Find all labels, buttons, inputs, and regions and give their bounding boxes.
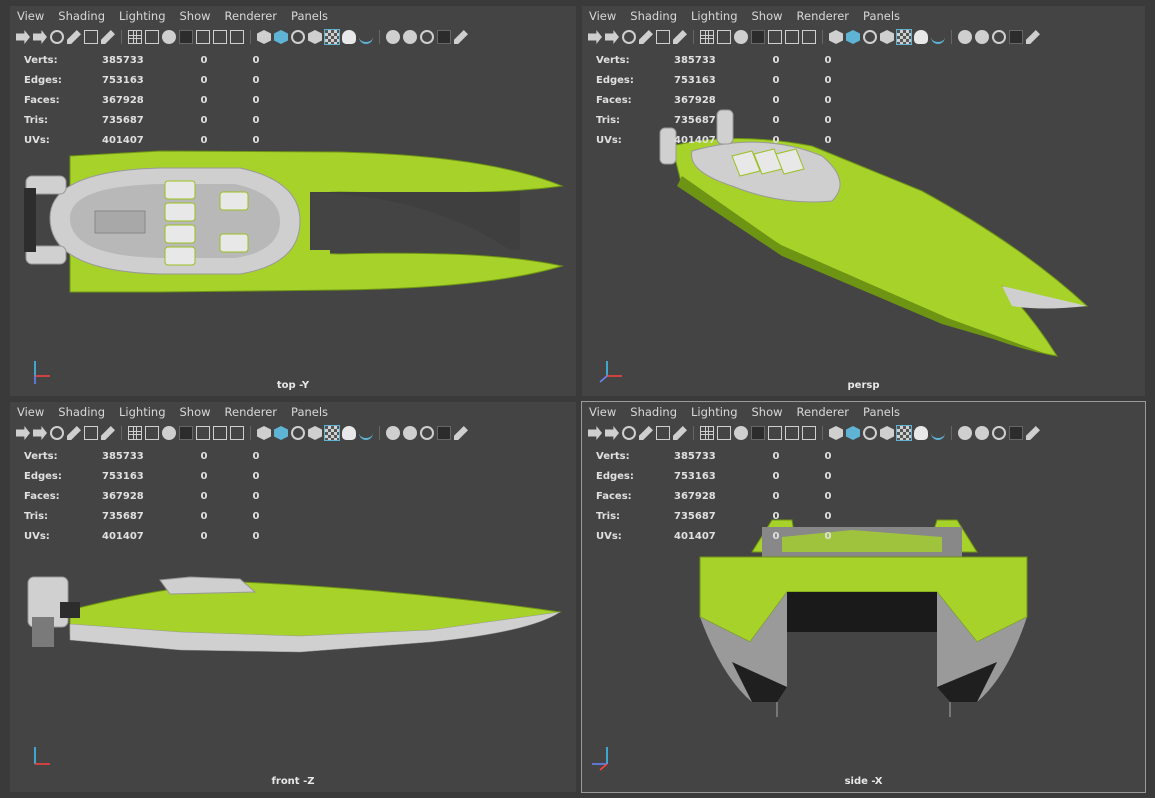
stat-row-edges: Edges: 753163 0 0 (596, 466, 848, 486)
stat-value: 0 (824, 490, 832, 502)
viewport-camera-label: top -Y (276, 380, 310, 391)
viewport-camera-label: side -X (844, 776, 883, 787)
stat-value: 0 (824, 54, 832, 66)
stat-value: 401407 (674, 530, 716, 542)
stat-value: 0 (772, 490, 780, 502)
stat-value: 367928 (674, 490, 716, 502)
stat-value: 0 (824, 94, 832, 106)
stat-label: Tris: (596, 510, 621, 522)
stat-value: 0 (824, 450, 832, 462)
stat-label: Verts: (596, 54, 630, 66)
viewport-top[interactable]: View Shading Lighting Show Renderer Pane… (10, 6, 576, 396)
stat-label: Edges: (596, 74, 634, 86)
stat-label: Verts: (596, 450, 630, 462)
stat-value: 735687 (674, 114, 716, 126)
heads-up-poly-count: Verts: 385733 0 0 Edges: 753163 0 0 Faces: 3679… (596, 50, 848, 150)
stat-row-edges: Edges: 753163 0 0 (596, 70, 848, 90)
stat-value: 385733 (674, 54, 716, 66)
stat-value: 401407 (674, 134, 716, 146)
viewport-camera-label: persp (847, 380, 880, 391)
viewport-camera-label: front -Z (271, 776, 315, 787)
stat-value: 753163 (674, 470, 716, 482)
stat-label: UVs: (596, 530, 622, 542)
stat-value: 385733 (674, 450, 716, 462)
stat-value: 0 (824, 510, 832, 522)
stat-value: 367928 (674, 94, 716, 106)
stat-value: 735687 (674, 510, 716, 522)
stat-value: 0 (772, 54, 780, 66)
viewport-front[interactable]: View Shading Lighting Show Renderer Pane… (10, 402, 576, 792)
stat-row-verts: Verts: 385733 0 0 (596, 446, 848, 466)
boat-model-front-view[interactable] (10, 402, 576, 792)
stat-label: Faces: (596, 94, 632, 106)
viewport-persp[interactable]: View Shading Lighting Show Renderer Pane… (582, 6, 1145, 396)
stat-value: 0 (772, 134, 780, 146)
stat-value: 0 (772, 530, 780, 542)
stat-value: 0 (824, 114, 832, 126)
stat-label: Edges: (596, 470, 634, 482)
stat-value: 0 (772, 114, 780, 126)
stat-row-faces: Faces: 367928 0 0 (596, 486, 848, 506)
stat-label: Tris: (596, 114, 621, 126)
stat-value: 0 (772, 94, 780, 106)
stat-value: 0 (772, 74, 780, 86)
stat-value: 0 (772, 450, 780, 462)
heads-up-poly-count: Verts: 385733 0 0 Edges: 753163 0 0 Faces: 3679… (596, 446, 848, 546)
stat-value: 753163 (674, 74, 716, 86)
stat-row-faces: Faces: 367928 0 0 (596, 90, 848, 110)
viewport-side[interactable]: View Shading Lighting Show Renderer Pane… (581, 401, 1146, 793)
stat-row-uvs: UVs: 401407 0 0 (596, 526, 848, 546)
stat-value: 0 (772, 470, 780, 482)
stat-label: UVs: (596, 134, 622, 146)
stat-label: Faces: (596, 490, 632, 502)
stat-row-uvs: UVs: 401407 0 0 (596, 130, 848, 150)
stat-value: 0 (824, 530, 832, 542)
stat-row-tris: Tris: 735687 0 0 (596, 506, 848, 526)
boat-model-top-view[interactable] (10, 6, 576, 396)
stat-value: 0 (824, 134, 832, 146)
stat-value: 0 (824, 470, 832, 482)
stat-row-verts: Verts: 385733 0 0 (596, 50, 848, 70)
stat-value: 0 (824, 74, 832, 86)
stat-row-tris: Tris: 735687 0 0 (596, 110, 848, 130)
stat-value: 0 (772, 510, 780, 522)
